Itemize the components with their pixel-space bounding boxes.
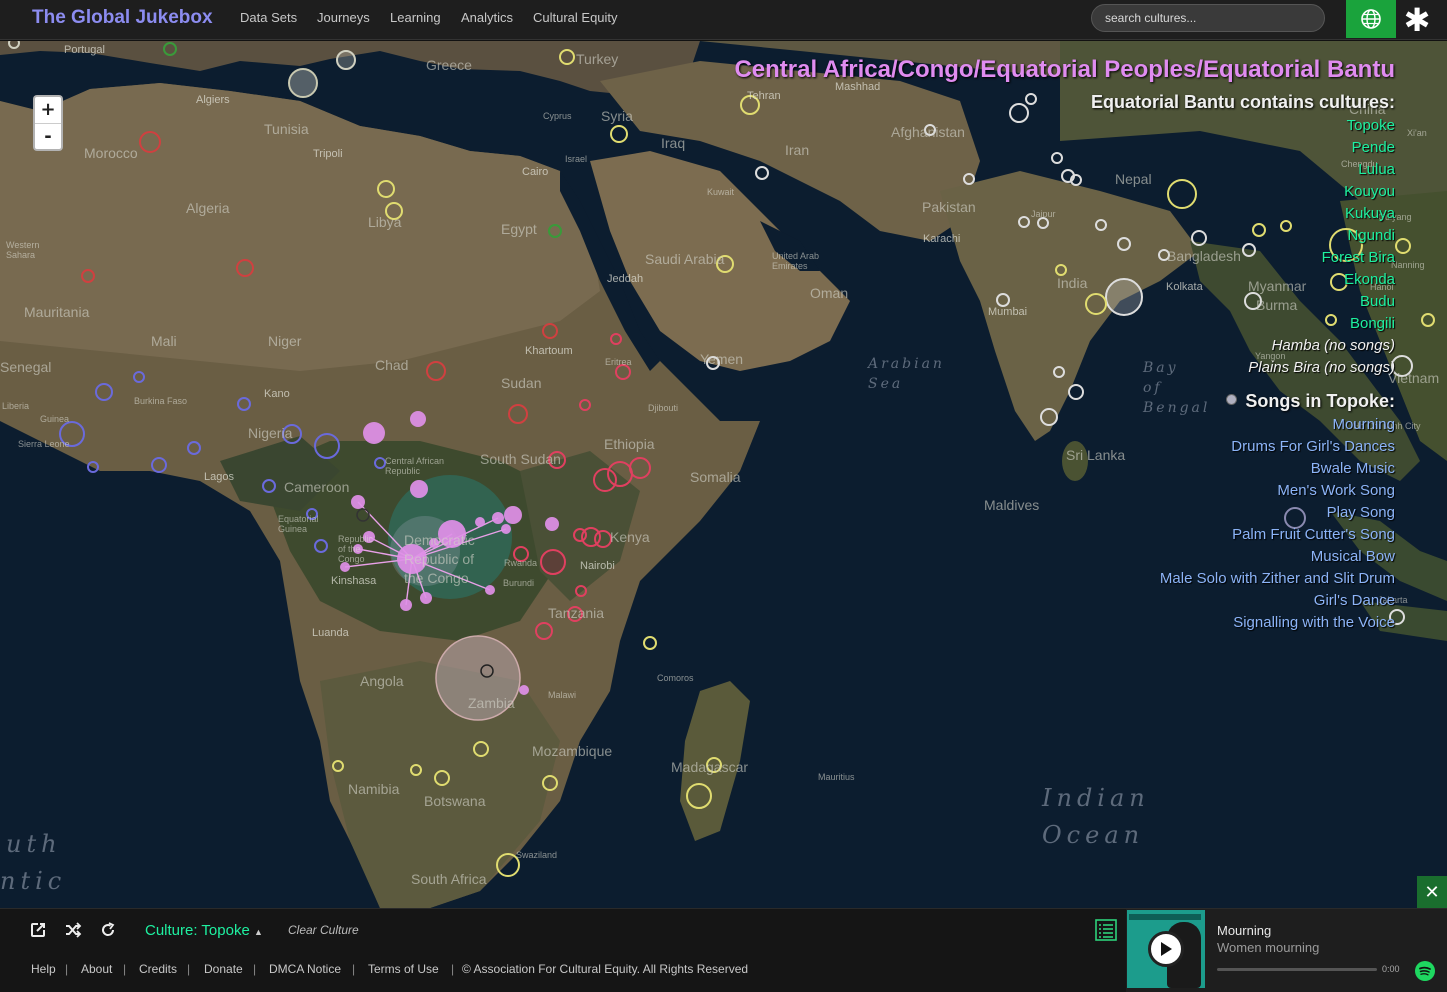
audio-player: Mourning Women mourning 0:00 <box>1126 909 1447 992</box>
world-map[interactable]: Portugal Greece Turkey Algiers Tunisia T… <box>0 41 1447 908</box>
menu-button[interactable]: ✱ <box>1400 1 1434 39</box>
culture-item-lulua[interactable]: Lulua <box>675 159 1395 181</box>
track-time: 0:00 <box>1382 964 1400 974</box>
nav-data-sets[interactable]: Data Sets <box>240 10 297 25</box>
refresh-icon[interactable] <box>99 921 117 939</box>
spotify-icon <box>1419 966 1431 976</box>
culture-item-plains-bira: Plains Bira (no songs) <box>1248 359 1395 376</box>
culture-item-ekonda[interactable]: Ekonda <box>675 269 1395 291</box>
shuffle-icon[interactable] <box>64 921 82 939</box>
spotify-button[interactable] <box>1415 961 1435 981</box>
song-item[interactable]: Signalling with the Voice <box>675 612 1395 634</box>
asterisk-icon: ✱ <box>1403 1 1431 39</box>
song-item[interactable]: Palm Fruit Cutter's Song <box>675 524 1395 546</box>
play-button[interactable] <box>1148 931 1184 967</box>
songs-heading: Songs in Topoke: <box>675 388 1395 414</box>
close-icon: ✕ <box>1424 882 1440 902</box>
culture-item-kukuya[interactable]: Kukuya <box>675 203 1395 225</box>
footer-separator: | <box>65 962 69 976</box>
app-title[interactable]: The Global Jukebox <box>32 7 213 29</box>
progress-bar[interactable] <box>1217 968 1377 971</box>
nav-cultural-equity[interactable]: Cultural Equity <box>533 10 618 25</box>
culture-item-kouyou[interactable]: Kouyou <box>675 181 1395 203</box>
song-item[interactable]: Play Song <box>675 502 1395 524</box>
footer-link-help[interactable]: Help <box>31 962 56 976</box>
culture-group-subtitle: Equatorial Bantu contains cultures: <box>1090 92 1395 112</box>
zoom-control: + - <box>33 95 63 151</box>
footer-separator: | <box>187 962 191 976</box>
culture-item-ngundi[interactable]: Ngundi <box>675 225 1395 247</box>
clear-culture-button[interactable]: Clear Culture <box>288 923 359 937</box>
songs-heading-text: Songs in Topoke: <box>1245 391 1395 411</box>
song-item[interactable]: Musical Bow <box>675 546 1395 568</box>
culture-marker-icon <box>1226 393 1238 405</box>
culture-selector[interactable]: Culture: Topoke ▲ <box>145 922 263 939</box>
footer-link-terms[interactable]: Terms of Use <box>368 962 439 976</box>
song-item[interactable]: Girl's Dance <box>675 590 1395 612</box>
track-subtitle: Women mourning <box>1217 940 1320 955</box>
footer-link-about[interactable]: About <box>81 962 112 976</box>
song-item[interactable]: Mourning <box>675 414 1395 436</box>
close-player-button[interactable]: ✕ <box>1417 876 1447 908</box>
culture-item-hamba: Hamba (no songs) <box>1271 337 1395 354</box>
nav-analytics[interactable]: Analytics <box>461 10 513 25</box>
globe-icon <box>1361 9 1381 29</box>
culture-item-topoke[interactable]: Topoke <box>675 115 1395 137</box>
caret-up-icon: ▲ <box>253 927 263 937</box>
nav-learning[interactable]: Learning <box>390 10 441 25</box>
culture-item-forest-bira[interactable]: Forest Bira <box>675 247 1395 269</box>
culture-list: Topoke Pende Lulua Kouyou Kukuya Ngundi … <box>675 115 1395 379</box>
zoom-in-button[interactable]: + <box>35 97 61 123</box>
footer-separator: | <box>123 962 127 976</box>
song-list: Mourning Drums For Girl's Dances Bwale M… <box>675 414 1395 634</box>
search-input[interactable] <box>1091 4 1325 32</box>
culture-item-pende[interactable]: Pende <box>675 137 1395 159</box>
footer-link-credits[interactable]: Credits <box>139 962 177 976</box>
footer-link-donate[interactable]: Donate <box>204 962 243 976</box>
footer-separator: | <box>451 962 455 976</box>
footer-link-dmca[interactable]: DMCA Notice <box>269 962 341 976</box>
culture-path-title: Central Africa/Congo/Equatorial Peoples/… <box>734 56 1395 83</box>
play-icon <box>1161 942 1172 956</box>
footer-separator: | <box>352 962 356 976</box>
track-title: Mourning <box>1217 923 1272 938</box>
copyright-text: © Association For Cultural Equity. All R… <box>462 962 749 976</box>
top-navigation-bar: The Global Jukebox Data Sets Journeys Le… <box>0 0 1447 40</box>
song-item[interactable]: Male Solo with Zither and Slit Drum <box>675 568 1395 590</box>
song-item[interactable]: Men's Work Song <box>675 480 1395 502</box>
share-icon[interactable] <box>29 921 47 939</box>
culture-item-bongili[interactable]: Bongili <box>675 313 1395 335</box>
list-icon[interactable] <box>1095 919 1117 941</box>
song-item[interactable]: Bwale Music <box>675 458 1395 480</box>
album-art <box>1127 910 1205 988</box>
album-art-strip <box>1129 914 1201 920</box>
footer-separator: | <box>253 962 257 976</box>
culture-item-budu[interactable]: Budu <box>675 291 1395 313</box>
globe-button[interactable] <box>1346 0 1396 38</box>
nav-journeys[interactable]: Journeys <box>317 10 370 25</box>
song-item[interactable]: Drums For Girl's Dances <box>675 436 1395 458</box>
zoom-out-button[interactable]: - <box>35 123 61 149</box>
culture-info-panel: Central Africa/Congo/Equatorial Peoples/… <box>675 55 1395 634</box>
culture-selector-label: Culture: Topoke <box>145 922 250 939</box>
